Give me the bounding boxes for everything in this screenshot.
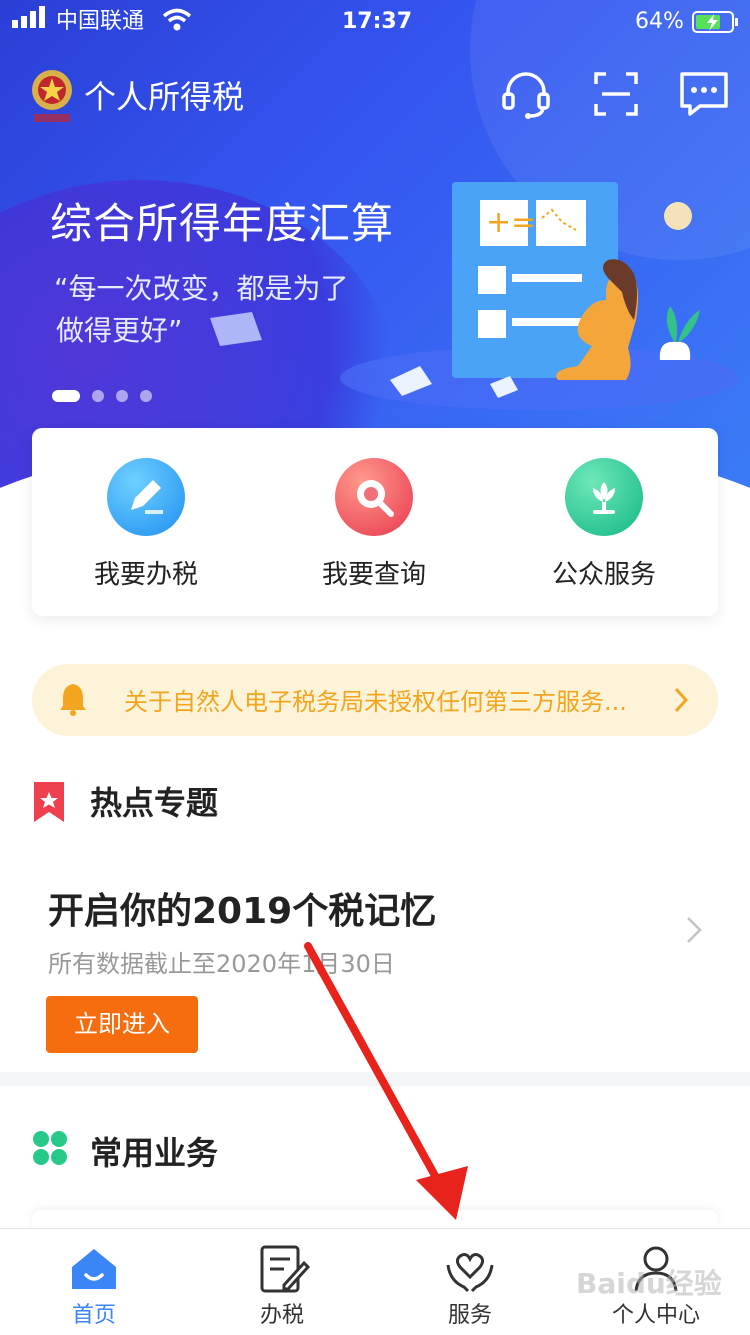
battery-percent: 64% xyxy=(635,9,684,34)
topic-headline[interactable]: 开启你的2019个税记忆 xyxy=(48,882,436,934)
paper-decoration xyxy=(206,310,266,350)
pencil-icon xyxy=(107,458,185,536)
section-title-hot-topics: 热点专题 xyxy=(90,784,219,822)
form-icon xyxy=(260,1245,310,1293)
tab-service[interactable]: 服务 xyxy=(376,1229,564,1335)
tab-home[interactable]: 首页 xyxy=(0,1229,188,1335)
tax-emblem-logo xyxy=(30,66,74,126)
app-title: 个人所得税 xyxy=(84,78,245,116)
quick-action-label: 我要办税 xyxy=(93,560,198,590)
svg-text:+=: += xyxy=(486,205,536,240)
grid-clover-icon xyxy=(32,1130,68,1170)
flower-icon xyxy=(565,458,643,536)
wifi-icon xyxy=(162,8,192,40)
tab-label: 服务 xyxy=(447,1303,492,1328)
banner-subtitle-line-1: “每一次改变，都是为了 xyxy=(54,272,349,305)
carrier-label: 中国联通 xyxy=(56,9,145,34)
heart-hands-icon xyxy=(446,1253,494,1293)
chevron-right-icon[interactable] xyxy=(684,914,704,950)
bell-icon xyxy=(58,682,88,720)
annotation-arrow xyxy=(280,930,480,1230)
tab-label: 首页 xyxy=(71,1303,116,1328)
quick-action-tax-filing[interactable]: 我要办税 xyxy=(56,458,236,591)
section-title-common-business: 常用业务 xyxy=(90,1134,219,1172)
slide-indicator-3[interactable] xyxy=(116,390,128,402)
tab-label: 办税 xyxy=(259,1303,304,1328)
slide-indicator-1[interactable] xyxy=(52,390,80,402)
chevron-right-icon xyxy=(672,686,690,718)
enter-now-button[interactable]: 立即进入 xyxy=(46,996,198,1053)
tab-tax-filing[interactable]: 办税 xyxy=(188,1229,376,1335)
quick-action-public-service[interactable]: 公众服务 xyxy=(514,458,694,591)
notice-bar[interactable]: 关于自然人电子税务局未授权任何第三方服务... xyxy=(32,664,718,736)
bookmark-star-icon xyxy=(32,780,66,828)
message-icon[interactable] xyxy=(676,66,732,122)
banner-illustration: += xyxy=(340,170,750,420)
scan-icon[interactable] xyxy=(588,66,644,122)
quick-action-label: 我要查询 xyxy=(321,560,426,590)
notice-text: 关于自然人电子税务局未授权任何第三方服务... xyxy=(124,688,627,716)
watermark: Baidu经验 xyxy=(576,1267,722,1300)
slide-indicator-2[interactable] xyxy=(92,390,104,402)
quick-action-query[interactable]: 我要查询 xyxy=(284,458,464,591)
clock: 17:37 xyxy=(342,9,413,34)
signal-icon xyxy=(12,6,50,38)
search-icon xyxy=(335,458,413,536)
battery-icon xyxy=(692,10,740,38)
quick-actions-card: 我要办税 我要查询 公众服务 xyxy=(32,428,718,616)
home-icon xyxy=(72,1249,116,1289)
slide-indicator-4[interactable] xyxy=(140,390,152,402)
customer-service-icon[interactable] xyxy=(498,66,554,122)
quick-action-label: 公众服务 xyxy=(551,560,656,590)
